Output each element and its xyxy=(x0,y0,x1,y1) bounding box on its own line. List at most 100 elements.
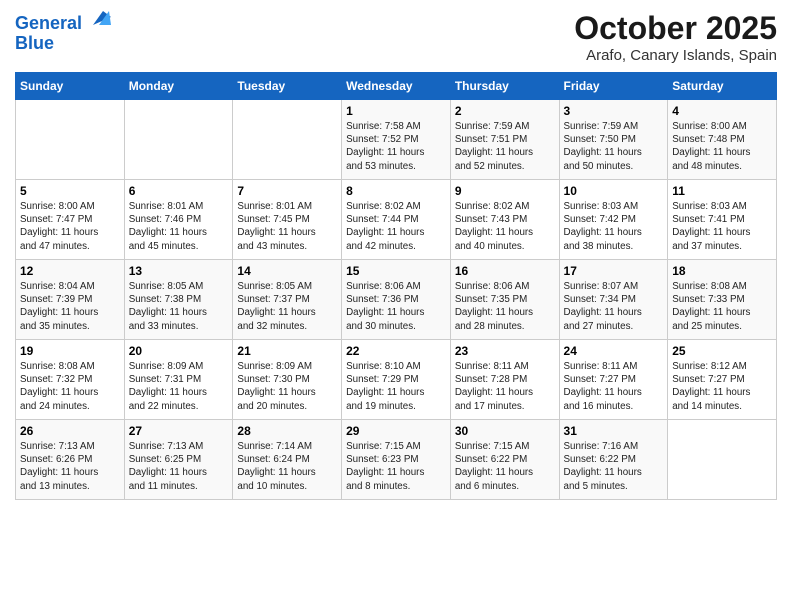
calendar-cell: 21Sunrise: 8:09 AMSunset: 7:30 PMDayligh… xyxy=(233,340,342,420)
day-number: 20 xyxy=(129,344,229,358)
day-number: 24 xyxy=(564,344,664,358)
day-number: 9 xyxy=(455,184,555,198)
day-info: Sunrise: 8:06 AMSunset: 7:36 PMDaylight:… xyxy=(346,280,446,333)
day-number: 27 xyxy=(129,424,229,438)
calendar-cell: 28Sunrise: 7:14 AMSunset: 6:24 PMDayligh… xyxy=(233,420,342,500)
day-info: Sunrise: 8:08 AMSunset: 7:33 PMDaylight:… xyxy=(672,280,772,333)
day-number: 30 xyxy=(455,424,555,438)
logo-icon xyxy=(89,7,111,29)
day-number: 21 xyxy=(237,344,337,358)
weekday-header-friday: Friday xyxy=(559,73,668,100)
day-info: Sunrise: 8:09 AMSunset: 7:31 PMDaylight:… xyxy=(129,360,229,413)
day-info: Sunrise: 8:11 AMSunset: 7:28 PMDaylight:… xyxy=(455,360,555,413)
day-info: Sunrise: 8:00 AMSunset: 7:48 PMDaylight:… xyxy=(672,120,772,173)
calendar-cell: 13Sunrise: 8:05 AMSunset: 7:38 PMDayligh… xyxy=(124,260,233,340)
calendar-cell: 30 Sunrise: 7:15 AMSunset: 6:22 PMDayligh… xyxy=(450,420,559,500)
calendar-cell: 19Sunrise: 8:08 AMSunset: 7:32 PMDayligh… xyxy=(16,340,125,420)
day-number: 26 xyxy=(20,424,120,438)
calendar-cell: 5 Sunrise: 8:00 AMSunset: 7:47 PMDaylight… xyxy=(16,180,125,260)
logo-general: General xyxy=(15,13,82,33)
calendar-cell: 29 Sunrise: 7:15 AMSunset: 6:23 PMDayligh… xyxy=(342,420,451,500)
day-number: 5 xyxy=(20,184,120,198)
day-number: 2 xyxy=(455,104,555,118)
day-number: 8 xyxy=(346,184,446,198)
day-info: Sunrise: 8:01 AMSunset: 7:45 PMDaylight:… xyxy=(237,200,337,253)
day-number: 11 xyxy=(672,184,772,198)
day-number: 19 xyxy=(20,344,120,358)
day-info: Sunrise: 8:00 AMSunset: 7:47 PMDaylight:… xyxy=(20,200,120,253)
weekday-header-sunday: Sunday xyxy=(16,73,125,100)
calendar-cell: 3Sunrise: 7:59 AMSunset: 7:50 PMDaylight… xyxy=(559,100,668,180)
calendar-cell: 12Sunrise: 8:04 AMSunset: 7:39 PMDayligh… xyxy=(16,260,125,340)
day-number: 17 xyxy=(564,264,664,278)
calendar-cell: 11 Sunrise: 8:03 AMSunset: 7:41 PMDayligh… xyxy=(668,180,777,260)
day-info: Sunrise: 7:59 AMSunset: 7:51 PMDaylight:… xyxy=(455,120,555,173)
page-header: General Blue October 2025 Arafo, Canary … xyxy=(15,10,777,64)
logo-blue: Blue xyxy=(15,33,54,53)
calendar-cell: 7 Sunrise: 8:01 AMSunset: 7:45 PMDaylight… xyxy=(233,180,342,260)
day-number: 31 xyxy=(564,424,664,438)
calendar-table: SundayMondayTuesdayWednesdayThursdayFrid… xyxy=(15,72,777,500)
calendar-cell xyxy=(124,100,233,180)
calendar-cell: 8 Sunrise: 8:02 AMSunset: 7:44 PMDaylight… xyxy=(342,180,451,260)
logo: General Blue xyxy=(15,14,111,54)
calendar-cell: 15 Sunrise: 8:06 AMSunset: 7:36 PMDayligh… xyxy=(342,260,451,340)
day-number: 15 xyxy=(346,264,446,278)
day-number: 23 xyxy=(455,344,555,358)
day-info: Sunrise: 7:13 AMSunset: 6:25 PMDaylight:… xyxy=(129,440,229,493)
day-info: Sunrise: 7:15 AMSunset: 6:23 PMDaylight:… xyxy=(346,440,446,493)
calendar-cell: 17 Sunrise: 8:07 AMSunset: 7:34 PMDayligh… xyxy=(559,260,668,340)
day-info: Sunrise: 8:02 AMSunset: 7:43 PMDaylight:… xyxy=(455,200,555,253)
day-info: Sunrise: 8:01 AMSunset: 7:46 PMDaylight:… xyxy=(129,200,229,253)
day-number: 16 xyxy=(455,264,555,278)
day-info: Sunrise: 8:04 AMSunset: 7:39 PMDaylight:… xyxy=(20,280,120,333)
calendar-cell: 2 Sunrise: 7:59 AMSunset: 7:51 PMDaylight… xyxy=(450,100,559,180)
weekday-header-row: SundayMondayTuesdayWednesdayThursdayFrid… xyxy=(16,73,777,100)
day-number: 6 xyxy=(129,184,229,198)
day-info: Sunrise: 8:07 AMSunset: 7:34 PMDaylight:… xyxy=(564,280,664,333)
day-info: Sunrise: 8:05 AMSunset: 7:38 PMDaylight:… xyxy=(129,280,229,333)
day-number: 7 xyxy=(237,184,337,198)
day-info: Sunrise: 8:06 AMSunset: 7:35 PMDaylight:… xyxy=(455,280,555,333)
calendar-cell: 26 Sunrise: 7:13 AMSunset: 6:26 PMDayligh… xyxy=(16,420,125,500)
day-number: 10 xyxy=(564,184,664,198)
day-info: Sunrise: 7:16 AMSunset: 6:22 PMDaylight:… xyxy=(564,440,664,493)
calendar-cell: 18 Sunrise: 8:08 AMSunset: 7:33 PMDayligh… xyxy=(668,260,777,340)
day-info: Sunrise: 7:15 AMSunset: 6:22 PMDaylight:… xyxy=(455,440,555,493)
day-number: 25 xyxy=(672,344,772,358)
calendar-cell xyxy=(668,420,777,500)
day-info: Sunrise: 7:59 AMSunset: 7:50 PMDaylight:… xyxy=(564,120,664,173)
calendar-week-4: 19Sunrise: 8:08 AMSunset: 7:32 PMDayligh… xyxy=(16,340,777,420)
title-block: October 2025 Arafo, Canary Islands, Spai… xyxy=(574,10,777,64)
day-info: Sunrise: 8:11 AMSunset: 7:27 PMDaylight:… xyxy=(564,360,664,413)
calendar-cell: 9 Sunrise: 8:02 AMSunset: 7:43 PMDaylight… xyxy=(450,180,559,260)
day-info: Sunrise: 7:58 AMSunset: 7:52 PMDaylight:… xyxy=(346,120,446,173)
day-info: Sunrise: 7:13 AMSunset: 6:26 PMDaylight:… xyxy=(20,440,120,493)
calendar-cell: 24 Sunrise: 8:11 AMSunset: 7:27 PMDayligh… xyxy=(559,340,668,420)
calendar-cell: 10Sunrise: 8:03 AMSunset: 7:42 PMDayligh… xyxy=(559,180,668,260)
calendar-cell: 22 Sunrise: 8:10 AMSunset: 7:29 PMDayligh… xyxy=(342,340,451,420)
weekday-header-thursday: Thursday xyxy=(450,73,559,100)
calendar-week-5: 26 Sunrise: 7:13 AMSunset: 6:26 PMDayligh… xyxy=(16,420,777,500)
calendar-cell: 27 Sunrise: 7:13 AMSunset: 6:25 PMDayligh… xyxy=(124,420,233,500)
calendar-cell: 4Sunrise: 8:00 AMSunset: 7:48 PMDaylight… xyxy=(668,100,777,180)
calendar-cell: 6 Sunrise: 8:01 AMSunset: 7:46 PMDaylight… xyxy=(124,180,233,260)
weekday-header-monday: Monday xyxy=(124,73,233,100)
calendar-week-3: 12Sunrise: 8:04 AMSunset: 7:39 PMDayligh… xyxy=(16,260,777,340)
day-info: Sunrise: 8:05 AMSunset: 7:37 PMDaylight:… xyxy=(237,280,337,333)
weekday-header-wednesday: Wednesday xyxy=(342,73,451,100)
calendar-cell: 16 Sunrise: 8:06 AMSunset: 7:35 PMDayligh… xyxy=(450,260,559,340)
day-number: 28 xyxy=(237,424,337,438)
day-number: 18 xyxy=(672,264,772,278)
calendar-cell: 14 Sunrise: 8:05 AMSunset: 7:37 PMDayligh… xyxy=(233,260,342,340)
day-info: Sunrise: 8:03 AMSunset: 7:41 PMDaylight:… xyxy=(672,200,772,253)
calendar-cell xyxy=(16,100,125,180)
day-number: 1 xyxy=(346,104,446,118)
day-info: Sunrise: 8:10 AMSunset: 7:29 PMDaylight:… xyxy=(346,360,446,413)
day-number: 14 xyxy=(237,264,337,278)
day-number: 29 xyxy=(346,424,446,438)
weekday-header-tuesday: Tuesday xyxy=(233,73,342,100)
month-title: October 2025 xyxy=(574,10,777,47)
day-number: 22 xyxy=(346,344,446,358)
day-info: Sunrise: 8:02 AMSunset: 7:44 PMDaylight:… xyxy=(346,200,446,253)
